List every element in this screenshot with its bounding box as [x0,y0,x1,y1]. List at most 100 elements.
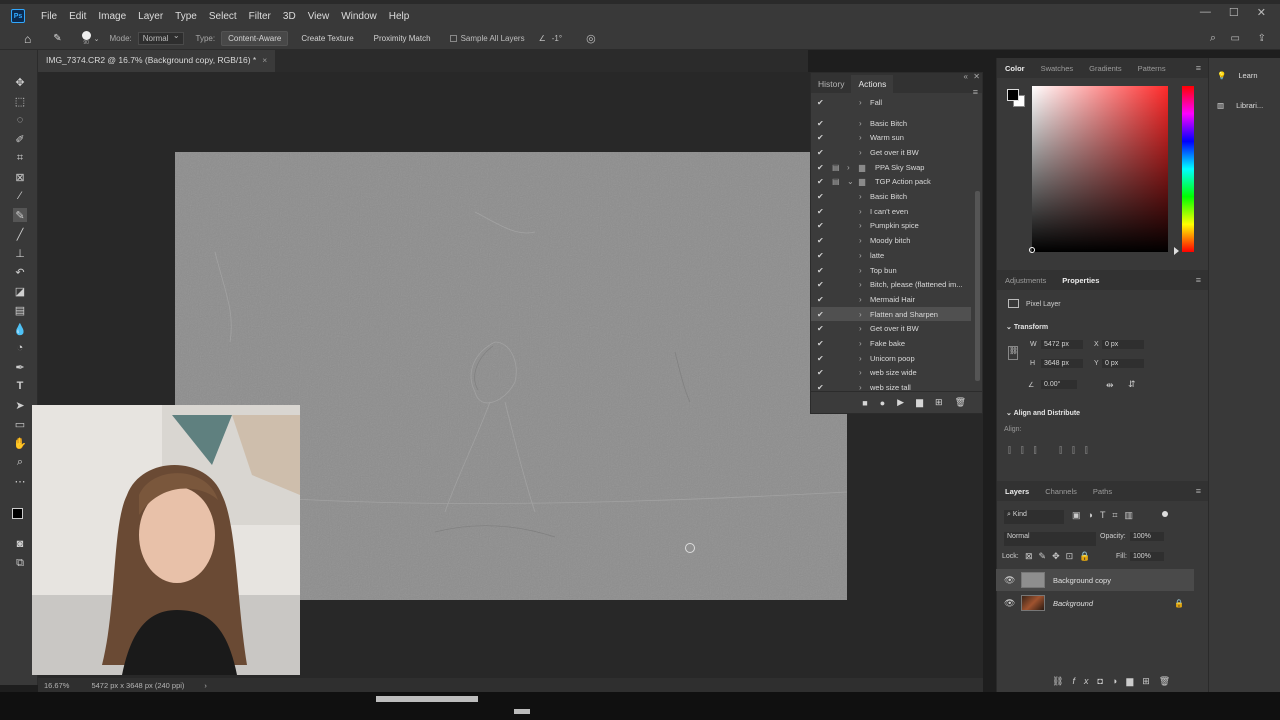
taskbar-scroll-thumb[interactable] [376,696,478,702]
brush-tool-icon[interactable]: ╱ [13,227,27,241]
toggle-item-checkmark-icon[interactable]: ✔ [817,368,824,377]
chevron-right-icon[interactable]: › [859,295,862,304]
chevron-right-icon[interactable]: › [859,119,862,128]
action-item[interactable]: ✔ › Mermaid Hair [811,292,971,307]
gradient-tool-icon[interactable]: ▤ [13,303,27,317]
chevron-down-icon[interactable]: ⌄ [94,35,100,43]
action-item[interactable]: ✔ › Top bun [811,263,971,278]
eraser-tool-icon[interactable]: ◪ [13,284,27,298]
height-field[interactable]: 3648 px [1041,359,1083,368]
create-texture-button[interactable]: Create Texture [294,31,360,46]
toggle-item-checkmark-icon[interactable]: ✔ [817,266,824,275]
menu-layer[interactable]: Layer [132,11,169,22]
tab-paths[interactable]: Paths [1085,487,1120,496]
chevron-right-icon[interactable]: › [859,192,862,201]
toggle-item-checkmark-icon[interactable]: ✔ [817,119,824,128]
chevron-right-icon[interactable]: › [859,354,862,363]
chevron-right-icon[interactable]: › [859,266,862,275]
layer-name[interactable]: Background [1053,599,1093,608]
toggle-item-checkmark-icon[interactable]: ✔ [817,177,824,186]
new-set-icon[interactable]: ▆ [916,397,923,408]
share-icon[interactable]: ⇪ [1258,33,1266,44]
eye-icon[interactable]: 👁 [1004,598,1015,609]
screen-mode-icon[interactable]: ⧉ [13,556,27,570]
taskbar-handle[interactable] [514,709,530,714]
type-tool-icon[interactable]: T [13,379,27,393]
brush-preset-picker[interactable]: 90 [81,31,91,46]
dodge-tool-icon[interactable]: ◔ [13,341,27,355]
quick-mask-icon[interactable]: ◙ [13,537,27,551]
hand-tool-icon[interactable]: ✋ [13,436,27,450]
chevron-right-icon[interactable]: › [859,310,862,319]
action-item[interactable]: ✔ › Get over it BW [811,145,971,160]
action-item[interactable]: ✔ › I can't even [811,204,971,219]
path-select-tool-icon[interactable]: ➤ [13,398,27,412]
toggle-item-checkmark-icon[interactable]: ✔ [817,251,824,260]
eye-icon[interactable]: 👁 [1004,575,1015,586]
chevron-right-icon[interactable]: › [859,148,862,157]
quick-select-tool-icon[interactable]: ✐ [13,132,27,146]
align-buttons[interactable]: ⫿⫿⫿ ⫿⫿⫿ [1008,445,1098,456]
action-item[interactable]: ✔ › Fall [811,95,971,110]
chevron-right-icon[interactable]: › [859,280,862,289]
properties-panel-menu-icon[interactable]: ≡ [1196,275,1201,285]
chevron-right-icon[interactable]: › [859,324,862,333]
status-menu-arrow[interactable]: › [204,681,207,690]
chevron-right-icon[interactable]: › [859,339,862,348]
add-mask-icon[interactable]: ◘ [1097,676,1111,686]
mode-select[interactable]: Normal [137,31,184,45]
close-icon[interactable]: ✕ [1257,6,1266,19]
adjustment-layer-icon[interactable]: ◑ [1112,676,1126,686]
flip-vertical-icon[interactable]: ⇵ [1128,379,1136,390]
content-aware-button[interactable]: Content-Aware [221,31,289,46]
menu-window[interactable]: Window [335,11,383,22]
action-item[interactable]: ✔ › web size wide [811,366,971,381]
color-picker-handle[interactable] [1029,247,1035,253]
toggle-item-checkmark-icon[interactable]: ✔ [817,354,824,363]
maximize-icon[interactable]: ☐ [1229,6,1239,19]
menu-help[interactable]: Help [383,11,416,22]
more-tools-icon[interactable]: ⋯ [13,474,27,488]
fx-icon[interactable]: fx [1072,676,1097,686]
tab-actions[interactable]: Actions [851,75,894,93]
new-group-icon[interactable]: ▆ [1126,676,1142,686]
healing-brush-icon[interactable]: ✎ [53,33,61,44]
action-item[interactable]: ✔ › Fake bake [811,336,971,351]
link-layers-icon[interactable]: ⛓ [1052,676,1072,686]
photoshop-logo[interactable]: Ps [11,9,25,23]
action-item[interactable]: ✔ › Unicorn poop [811,351,971,366]
action-item[interactable]: ✔ › Moody bitch [811,233,971,248]
chevron-right-icon[interactable]: › [859,207,862,216]
tab-swatches[interactable]: Swatches [1033,64,1082,73]
delete-icon[interactable]: 🗑 [955,397,966,408]
close-tab-icon[interactable]: × [262,55,267,65]
menu-select[interactable]: Select [203,11,243,22]
hue-slider-handle[interactable] [1174,247,1179,255]
y-field[interactable]: 0 px [1102,359,1144,368]
stop-recording-icon[interactable]: ■ [862,398,867,408]
play-icon[interactable]: ▶ [897,397,904,408]
minimize-icon[interactable]: — [1200,6,1211,19]
marquee-tool-icon[interactable]: ⬚ [13,94,27,108]
tab-properties[interactable]: Properties [1054,276,1107,285]
dialog-toggle-icon[interactable]: ▤ [832,163,840,172]
tab-channels[interactable]: Channels [1037,487,1085,496]
action-item[interactable]: ✔ › Pumpkin spice [811,219,971,234]
color-panel-menu-icon[interactable]: ≡ [1196,63,1201,73]
tab-patterns[interactable]: Patterns [1130,64,1174,73]
layer-filter-select[interactable]: ⌕ Kind [1004,510,1064,524]
toggle-item-checkmark-icon[interactable]: ✔ [817,221,824,230]
chevron-down-icon[interactable]: ⌄ [847,177,854,186]
move-tool-icon[interactable]: ✥ [13,75,27,89]
tab-layers[interactable]: Layers [997,487,1037,496]
foreground-color-swatch[interactable] [12,508,23,519]
action-item[interactable]: ✔ › Get over it BW [811,322,971,337]
toggle-item-checkmark-icon[interactable]: ✔ [817,148,824,157]
search-icon[interactable]: ⌕ [1210,32,1216,45]
toggle-item-checkmark-icon[interactable]: ✔ [817,310,824,319]
layer-row-background-copy[interactable]: 👁 Background copy [996,569,1194,591]
chevron-right-icon[interactable]: › [859,251,862,260]
workspace-icon[interactable]: ▭ [1231,33,1240,44]
menu-edit[interactable]: Edit [63,11,92,22]
menu-type[interactable]: Type [169,11,203,22]
